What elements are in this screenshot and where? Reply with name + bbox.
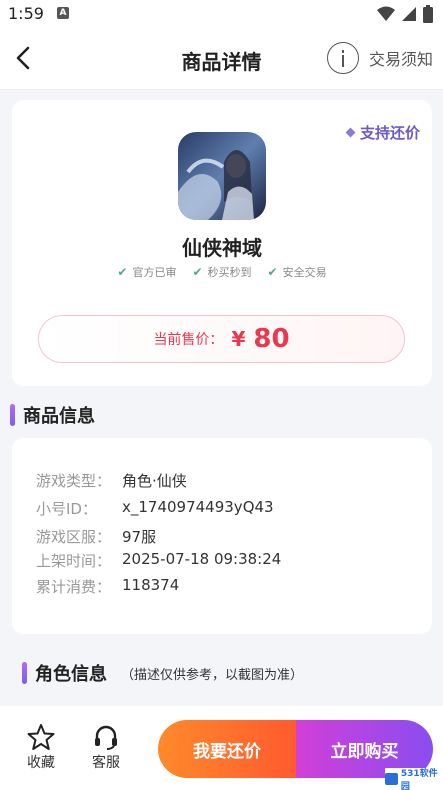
battery-icon [423, 5, 433, 23]
info-row: 累计消费： 118374 [36, 576, 180, 596]
status-time: 1:59 [8, 4, 44, 23]
product-info-card: 游戏类型： 角色·仙侠 小号ID： x_1740974493yQ43 游戏区服：… [12, 438, 432, 634]
bargain-button[interactable]: 我要还价 [158, 720, 296, 778]
watermark-logo-icon [385, 773, 398, 785]
customer-service-label: 客服 [92, 755, 120, 771]
trade-notice-label: 交易须知 [368, 50, 433, 69]
section-accent-bar [10, 404, 15, 426]
bargain-support-label: 支持还价 [359, 124, 420, 142]
site-watermark: 531软件园 [385, 768, 443, 790]
signal-icon [402, 7, 416, 21]
price-box: 当前售价： ¥ 80 [38, 315, 405, 363]
info-icon [326, 42, 359, 74]
favorite-label: 收藏 [27, 755, 55, 771]
bargain-support-tag: 支持还价 [345, 122, 420, 143]
price-value: 80 [253, 324, 290, 354]
status-bar: 1:59 A [0, 0, 443, 28]
check-icon: ✔ [267, 265, 278, 279]
info-row: 小号ID： x_1740974493yQ43 [36, 498, 274, 518]
check-icon: ✔ [117, 265, 128, 279]
notification-a-icon: A [57, 7, 69, 19]
info-section-header: 商品信息 [10, 402, 95, 428]
role-section-title: 角色信息 [35, 664, 107, 685]
system-icons [377, 5, 433, 23]
bottom-action-bar: 收藏 客服 我要还价 立即购买 531软件园 [0, 706, 443, 790]
role-section-header: 角色信息 （描述仅供参考，以截图为准） [22, 660, 303, 686]
badge-safe: ✔ 安全交易 [267, 265, 327, 279]
product-summary-card: 支持还价 仙侠神域 ✔ 官方已审 ✔ 秒买秒到 ✔ 安全交易 当前售价： ¥ 80 [12, 100, 432, 386]
star-icon [27, 724, 55, 750]
info-row: 游戏区服： 97服 [36, 528, 157, 546]
section-accent-bar [22, 662, 27, 684]
trade-notice-button[interactable]: 交易须知 [326, 42, 433, 74]
favorite-button[interactable]: 收藏 [16, 722, 66, 772]
currency-symbol: ¥ [231, 327, 246, 351]
customer-service-button[interactable]: 客服 [81, 722, 131, 772]
wifi-icon [377, 6, 395, 21]
headset-icon [95, 725, 117, 750]
trust-badges: ✔ 官方已审 ✔ 秒买秒到 ✔ 安全交易 [12, 264, 432, 280]
info-row: 游戏类型： 角色·仙侠 [36, 472, 187, 490]
badge-official: ✔ 官方已审 [117, 265, 177, 279]
price-label: 当前售价： [153, 332, 224, 348]
role-section-note: （描述仅供参考，以截图为准） [121, 667, 304, 683]
check-icon: ✔ [192, 265, 203, 279]
info-row: 上架时间： 2025-07-18 09:38:24 [36, 550, 282, 570]
diamond-icon [345, 127, 356, 138]
nav-bar: 商品详情 交易须知 [0, 28, 443, 90]
info-section-title: 商品信息 [23, 406, 95, 427]
game-cover-image [178, 132, 266, 220]
game-name: 仙侠神域 [182, 236, 262, 260]
badge-instant: ✔ 秒买秒到 [192, 265, 252, 279]
